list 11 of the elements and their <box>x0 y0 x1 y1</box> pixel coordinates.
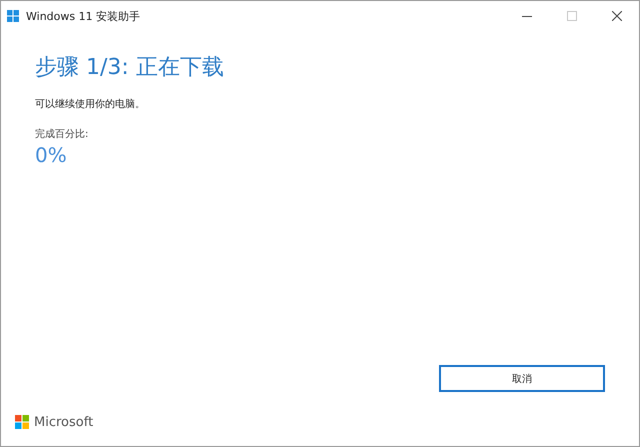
close-icon <box>612 11 622 21</box>
progress-label: 完成百分比: <box>35 128 90 141</box>
microsoft-logo-icon <box>15 415 29 429</box>
cancel-button[interactable]: 取消 <box>439 365 605 392</box>
brand-name: Microsoft <box>34 414 94 430</box>
maximize-icon <box>566 11 576 21</box>
progress-percentage: 0% <box>35 143 68 167</box>
step-heading: 步骤 1/3: 正在下载 <box>35 54 225 82</box>
windows-logo-icon <box>7 10 19 22</box>
window-title: Windows 11 安装助手 <box>26 8 142 24</box>
subtitle-text: 可以继续使用你的电脑。 <box>35 98 146 111</box>
